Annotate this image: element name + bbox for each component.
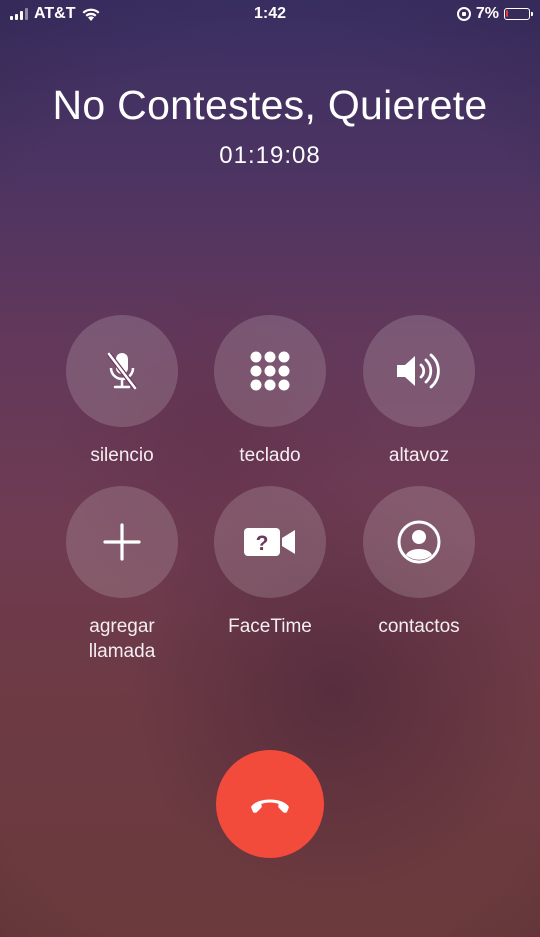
keypad-control: teclado: [214, 315, 326, 468]
plus-icon: [103, 523, 141, 561]
add-call-label-line2: llamada: [88, 641, 156, 662]
mute-control: silencio: [66, 315, 178, 468]
contacts-button[interactable]: [363, 486, 475, 598]
contact-person-icon: [397, 520, 441, 564]
facetime-button[interactable]: ?: [214, 486, 326, 598]
keypad-label: teclado: [239, 445, 301, 466]
keypad-button[interactable]: [214, 315, 326, 427]
add-call-control: agregar llamada: [66, 486, 178, 664]
facetime-control: ? FaceTime: [214, 486, 326, 639]
facetime-label: FaceTime: [228, 616, 312, 637]
add-call-button[interactable]: [66, 486, 178, 598]
hang-up-icon: [251, 799, 289, 813]
speaker-icon: [397, 353, 440, 389]
add-call-label: agregar llamada: [66, 614, 178, 664]
contacts-control: contactos: [363, 486, 475, 639]
facetime-video-icon: ?: [244, 528, 295, 556]
speaker-button[interactable]: [363, 315, 475, 427]
add-call-label-line1: agregar: [89, 616, 155, 637]
svg-text:?: ?: [256, 532, 269, 555]
speaker-label: altavoz: [388, 445, 450, 466]
mute-button[interactable]: [66, 315, 178, 427]
contacts-label: contactos: [378, 616, 460, 637]
speaker-control: altavoz: [363, 315, 475, 468]
microphone-slash-icon: [107, 352, 137, 390]
mute-label: silencio: [90, 445, 154, 466]
end-call-button[interactable]: [216, 750, 324, 858]
keypad-icon: [250, 351, 290, 391]
